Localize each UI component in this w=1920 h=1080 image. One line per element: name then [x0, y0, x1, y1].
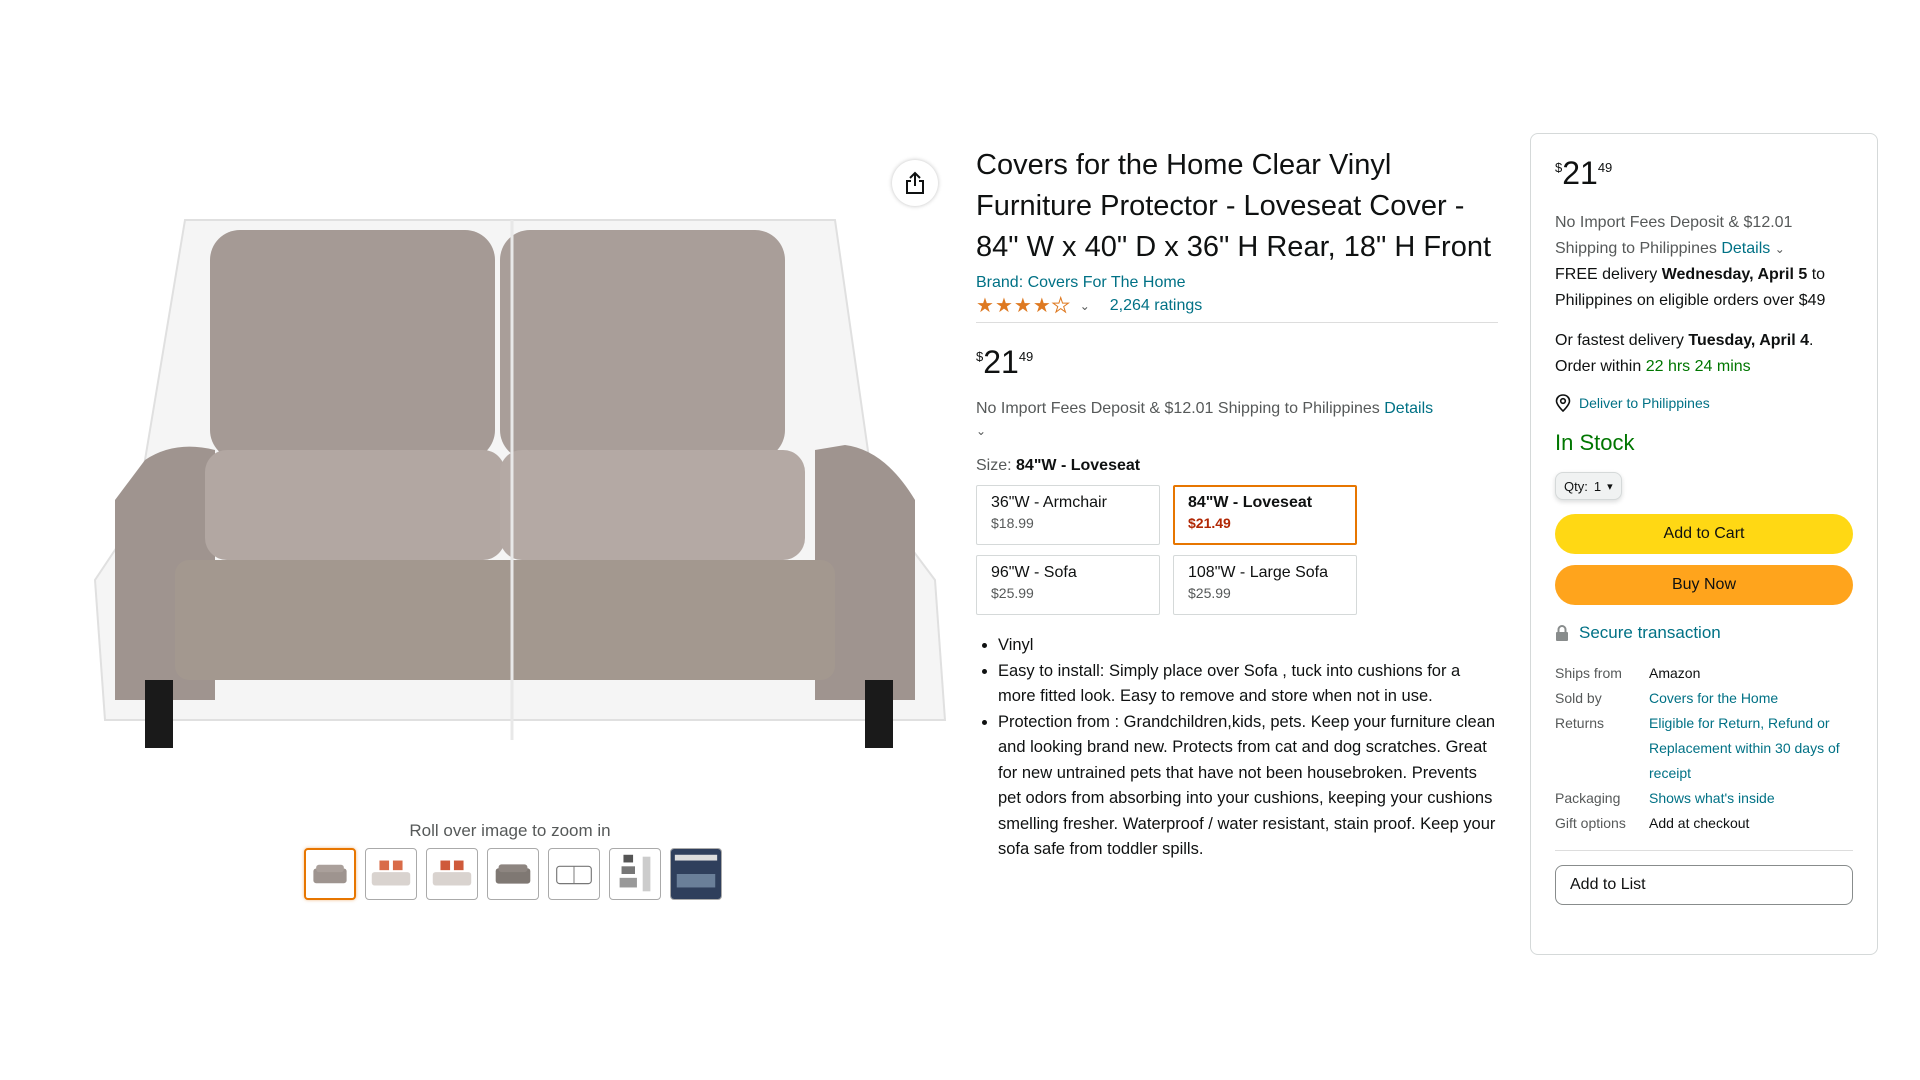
size-option-name: 96"W - Sofa: [991, 564, 1077, 581]
info-row-sold-by: Sold by Covers for the Home: [1555, 686, 1853, 711]
buybox-fastest-delivery: Or fastest delivery Tuesday, April 4. Or…: [1555, 332, 1814, 375]
add-to-cart-button[interactable]: Add to Cart: [1555, 514, 1853, 554]
zoom-hint: Roll over image to zoom in: [409, 821, 611, 840]
add-to-list-button[interactable]: Add to List: [1555, 865, 1853, 905]
thumbnail-2[interactable]: [365, 848, 417, 900]
returns-link[interactable]: Eligible for Return, Refund or Replaceme…: [1649, 711, 1853, 786]
info-value: Amazon: [1649, 665, 1701, 681]
star-icon: ★: [994, 295, 1013, 317]
price-fraction: 49: [1018, 349, 1034, 364]
seller-info-table: Ships from Amazon Sold by Covers for the…: [1555, 661, 1853, 836]
feature-bullet: Vinyl: [998, 633, 1498, 659]
rating-row: ★ ★ ★ ★ ★ ⌄ 2,264 ratings: [976, 296, 1498, 323]
size-option-price: $18.99: [991, 515, 1034, 531]
buybox-shipping-details-link[interactable]: Details: [1721, 240, 1770, 257]
size-option-price: $21.49: [1188, 515, 1231, 531]
chevron-down-icon[interactable]: ⌄: [1080, 299, 1090, 313]
info-row-returns: Returns Eligible for Return, Refund or R…: [1555, 711, 1853, 786]
center-price: $ 21 49: [976, 345, 1498, 379]
lock-icon: [1556, 625, 1568, 641]
location-pin-icon: [1555, 394, 1571, 412]
price-symbol: $: [1555, 160, 1563, 175]
fastest-prefix: Or fastest delivery: [1555, 332, 1684, 349]
size-options: 36"W - Armchair $18.99 84"W - Loveseat $…: [976, 485, 1498, 615]
star-icon: ★: [1032, 295, 1051, 317]
star-icon: ★: [1013, 295, 1032, 317]
size-option-name: 108"W - Large Sofa: [1188, 564, 1328, 581]
buybox-delivery: FREE delivery Wednesday, April 5 to Phil…: [1555, 262, 1853, 314]
thumbnail-5[interactable]: [548, 848, 600, 900]
size-label-prefix: Size:: [976, 457, 1012, 474]
size-option-price: $25.99: [1188, 585, 1231, 601]
loveseat-image: [93, 219, 947, 748]
info-key: Returns: [1555, 715, 1605, 731]
order-within-prefix: Order within: [1555, 358, 1642, 375]
feature-bullet: Protection from : Grandchildren,kids, pe…: [998, 710, 1498, 863]
info-row-packaging: Packaging Shows what's inside: [1555, 786, 1853, 811]
packaging-link[interactable]: Shows what's inside: [1649, 786, 1775, 811]
buybox-price: $ 21 49: [1555, 156, 1853, 190]
size-option-armchair[interactable]: 36"W - Armchair $18.99: [976, 485, 1160, 545]
price-fraction: 49: [1597, 160, 1613, 175]
stock-status: In Stock: [1555, 430, 1635, 455]
deliver-to-location[interactable]: Deliver to Philippines: [1555, 394, 1853, 412]
share-icon: [906, 171, 924, 194]
size-option-sofa[interactable]: 96"W - Sofa $25.99: [976, 555, 1160, 615]
size-option-loveseat[interactable]: 84"W - Loveseat $21.49: [1173, 485, 1357, 545]
star-outline-icon: ★: [1051, 295, 1070, 317]
thumbnail-6[interactable]: [609, 848, 661, 900]
qty-label: Qty:: [1564, 478, 1588, 494]
sold-by-link[interactable]: Covers for the Home: [1649, 686, 1778, 711]
info-key: Sold by: [1555, 690, 1602, 706]
size-option-name: 84"W - Loveseat: [1188, 494, 1313, 511]
price-whole: 21: [983, 344, 1019, 380]
secure-transaction-link[interactable]: Secure transaction: [1579, 623, 1721, 643]
info-key: Ships from: [1555, 665, 1622, 681]
delivery-prefix: FREE delivery: [1555, 266, 1658, 283]
price-whole: 21: [1562, 155, 1598, 191]
qty-value: 1: [1593, 478, 1602, 494]
ratings-count-link[interactable]: 2,264 ratings: [1110, 297, 1203, 315]
shipping-info: No Import Fees Deposit & $12.01 Shipping…: [976, 399, 1498, 441]
divider: [1555, 850, 1853, 851]
chevron-down-icon: ▾: [1607, 480, 1613, 493]
thumbnail-strip: [304, 848, 722, 900]
thumbnail-7[interactable]: [670, 848, 722, 900]
buy-box: $ 21 49 No Import Fees Deposit & $12.01 …: [1530, 133, 1878, 955]
thumbnail-4[interactable]: [487, 848, 539, 900]
thumbnail-3[interactable]: [426, 848, 478, 900]
size-option-large-sofa[interactable]: 108"W - Large Sofa $25.99: [1173, 555, 1357, 615]
info-key: Gift options: [1555, 815, 1626, 831]
delivery-date: Wednesday, April 5: [1661, 266, 1808, 283]
chevron-down-icon[interactable]: ⌄: [976, 421, 1498, 441]
star-rating[interactable]: ★ ★ ★ ★ ★: [976, 295, 1070, 317]
order-within-time: 22 hrs 24 mins: [1645, 358, 1751, 375]
quantity-select[interactable]: Qty: 1 ▾: [1555, 472, 1622, 500]
buybox-shipping-info: No Import Fees Deposit & $12.01 Shipping…: [1555, 210, 1853, 262]
buy-now-button[interactable]: Buy Now: [1555, 565, 1853, 605]
info-value: Add at checkout: [1649, 815, 1750, 831]
deliver-to-link[interactable]: Deliver to Philippines: [1579, 395, 1710, 411]
product-title: Covers for the Home Clear Vinyl Furnitur…: [976, 149, 1492, 263]
shipping-details-link[interactable]: Details: [1384, 400, 1433, 417]
brand-link[interactable]: Brand: Covers For The Home: [976, 274, 1498, 292]
size-option-name: 36"W - Armchair: [991, 494, 1107, 511]
feature-bullet: Easy to install: Simply place over Sofa …: [998, 659, 1498, 710]
thumbnail-1[interactable]: [304, 848, 356, 900]
fastest-date: Tuesday, April 4: [1688, 332, 1810, 349]
chevron-down-icon[interactable]: ⌄: [1775, 242, 1785, 256]
product-details: Covers for the Home Clear Vinyl Furnitur…: [976, 145, 1498, 863]
size-label: Size: 84"W - Loveseat: [976, 457, 1498, 475]
secure-transaction[interactable]: Secure transaction: [1555, 623, 1853, 643]
price-symbol: $: [976, 349, 984, 364]
info-row-ships-from: Ships from Amazon: [1555, 661, 1853, 686]
star-icon: ★: [976, 295, 994, 317]
main-product-image[interactable]: [75, 200, 955, 770]
shipping-text: No Import Fees Deposit & $12.01 Shipping…: [976, 400, 1380, 417]
feature-bullets: Vinyl Easy to install: Simply place over…: [976, 633, 1498, 863]
info-row-gift-options: Gift options Add at checkout: [1555, 811, 1853, 836]
size-selected-value: 84"W - Loveseat: [1016, 457, 1141, 474]
size-option-price: $25.99: [991, 585, 1034, 601]
info-key: Packaging: [1555, 790, 1621, 806]
